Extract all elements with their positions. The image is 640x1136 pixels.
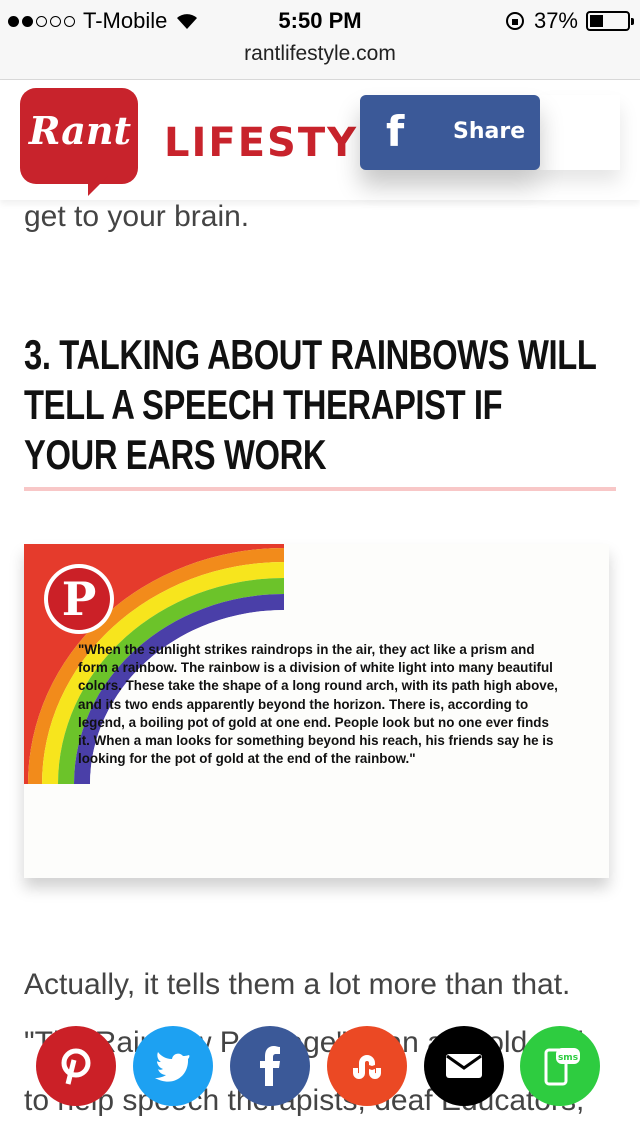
facebook-icon (260, 1046, 280, 1086)
email-share-button[interactable] (424, 1026, 504, 1106)
logo-text[interactable]: Rant (24, 108, 136, 153)
pinterest-icon (61, 1048, 91, 1085)
pinterest-share-button[interactable] (36, 1026, 116, 1106)
logo-wordmark[interactable]: LIFESTYLE (164, 120, 364, 166)
pinterest-icon: P (48, 568, 110, 630)
share-count-panel (540, 95, 620, 170)
rainbow-passage-quote: "When the sunlight strikes raindrops in … (78, 642, 558, 767)
facebook-share-button[interactable]: f Share (360, 95, 540, 170)
social-share-bar: sms (0, 1026, 640, 1106)
address-bar[interactable]: rantlifestyle.com (0, 40, 640, 80)
share-label: Share (453, 119, 526, 144)
rotation-lock-icon (505, 12, 524, 30)
status-bar: T-Mobile 5:50 PM 37% (0, 0, 640, 40)
stumbleupon-share-button[interactable] (327, 1026, 407, 1106)
email-icon (446, 1054, 482, 1078)
battery-info: 37% (504, 8, 634, 34)
sms-icon: sms (544, 1048, 580, 1086)
logo-badge-tail (88, 176, 108, 196)
facebook-icon: f (386, 107, 405, 156)
sms-share-button[interactable]: sms (520, 1026, 600, 1106)
stumbleupon-icon (353, 1055, 381, 1079)
section-heading: 3. TALKING ABOUT RAINBOWS WILL TELL A SP… (24, 331, 596, 478)
article-text-fragment: get to your brain. (24, 200, 250, 233)
pin-it-button[interactable]: P (44, 564, 114, 634)
facebook-share-button[interactable] (230, 1026, 310, 1106)
battery-percent: 37% (533, 8, 578, 33)
twitter-icon (155, 1052, 190, 1082)
twitter-share-button[interactable] (133, 1026, 213, 1106)
battery-icon (586, 11, 634, 31)
sms-label: sms (558, 1053, 578, 1063)
heading-divider (24, 487, 616, 491)
site-header: Rant LIFESTYLE f Share (0, 80, 640, 200)
